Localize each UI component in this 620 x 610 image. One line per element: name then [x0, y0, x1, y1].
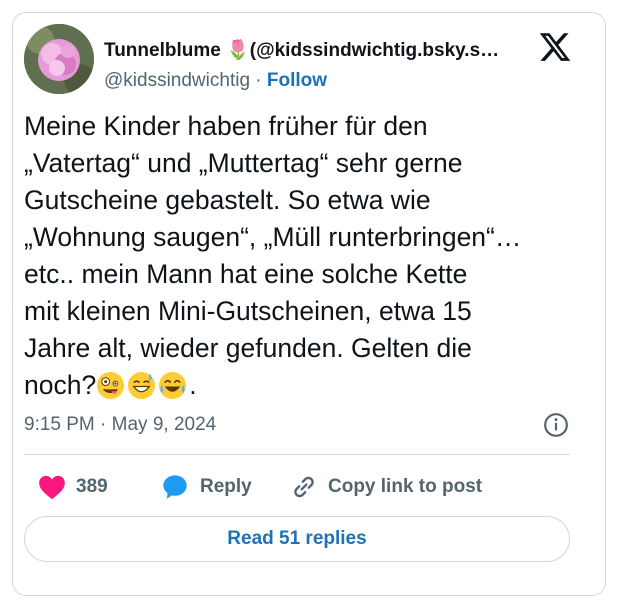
x-logo-icon[interactable] [538, 30, 572, 64]
grinning-sweat-face-emoji-icon [128, 371, 156, 400]
link-icon [294, 476, 314, 498]
tweet-line-text: noch? [24, 370, 97, 400]
avatar[interactable] [24, 24, 94, 94]
reply-bubble-icon [163, 475, 187, 499]
author-handle[interactable]: @kidssindwichtig [104, 70, 250, 91]
tweet-line: etc.. mein Mann hat eine solche Kette [24, 259, 468, 289]
reply-button[interactable]: Reply [160, 472, 252, 502]
tweet-line: Jahre alt, wieder gefunden. Gelten die [24, 333, 472, 363]
tweet-line: mit kleinen Mini-Gutscheinen, etwa 15 [24, 296, 472, 326]
tweet-line-last: noch? . [24, 367, 579, 404]
read-replies-button[interactable]: Read 51 replies [24, 516, 570, 562]
like-button[interactable]: 389 [38, 472, 108, 502]
meta-separator: · [255, 70, 262, 91]
read-replies-label: Read 51 replies [227, 528, 367, 549]
divider [24, 454, 570, 455]
info-icon[interactable] [543, 412, 569, 438]
tweet-line: Gutscheine gebastelt. So etwa wie [24, 185, 431, 215]
author-meta-row: @kidssindwichtig · Follow [104, 70, 327, 92]
tears-of-joy-face-emoji-icon [159, 371, 187, 400]
tweet-line: „Wohnung saugen“, „Müll runterbringen“… [24, 222, 522, 252]
copy-link-label: Copy link to post [328, 476, 483, 497]
tweet-text: Meine Kinder haben früher für den „Vater… [24, 108, 579, 404]
like-count: 389 [76, 476, 108, 497]
reply-label: Reply [200, 476, 252, 497]
tweet-line: Meine Kinder haben früher für den [24, 111, 428, 141]
post-timestamp[interactable]: 9:15 PM · May 9, 2024 [24, 414, 216, 436]
tweet-line: „Vatertag“ und „Muttertag“ sehr gerne [24, 148, 463, 178]
follow-button[interactable]: Follow [267, 70, 327, 91]
heart-icon [39, 475, 65, 500]
author-display-name[interactable]: Tunnelblume 🌷(@kidssindwichtig.bsky.s… [104, 38, 534, 62]
avatar-image [24, 24, 94, 94]
tweet-line-text: . [189, 370, 197, 400]
copy-link-button[interactable]: Copy link to post [290, 472, 482, 502]
zany-face-emoji-icon [97, 371, 125, 400]
